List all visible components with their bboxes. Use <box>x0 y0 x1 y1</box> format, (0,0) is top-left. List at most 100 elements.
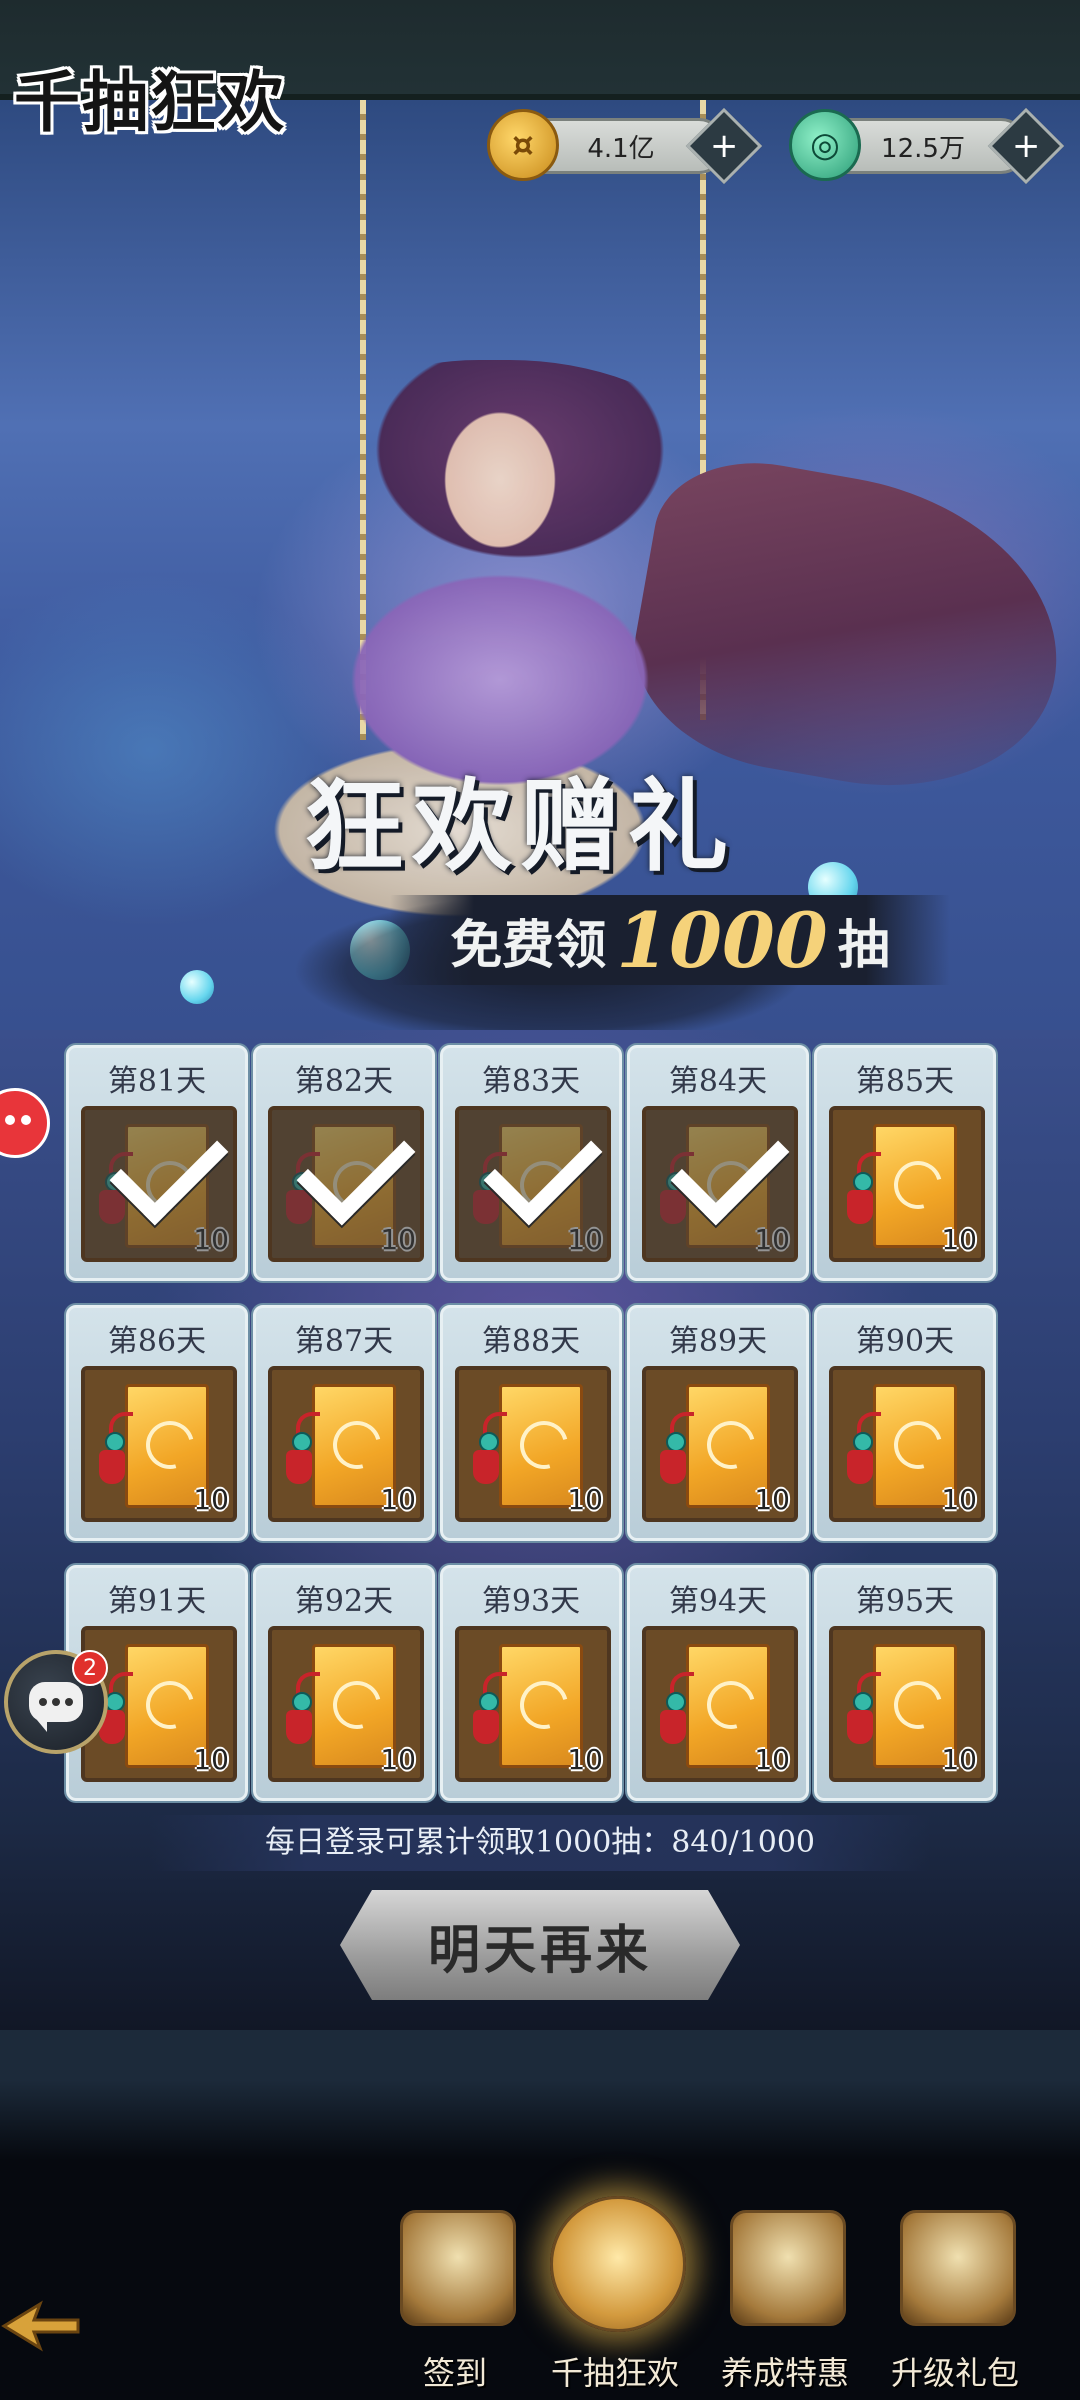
tassel-icon <box>473 1190 499 1224</box>
item-quantity: 10 <box>567 1223 603 1256</box>
subtitle-suffix: 抽 <box>837 914 890 976</box>
tassel-icon <box>847 1450 873 1484</box>
gem-icon <box>853 1692 873 1712</box>
draw-ticket-item: 10 <box>268 1366 424 1522</box>
gem-icon <box>292 1692 312 1712</box>
tassel-icon <box>847 1190 873 1224</box>
reward-card[interactable]: 第88天 10 <box>440 1305 622 1541</box>
reward-card[interactable]: 第84天 10 <box>627 1045 809 1281</box>
reward-card[interactable]: 第83天 10 <box>440 1045 622 1281</box>
draw-ticket-item: 10 <box>268 1626 424 1782</box>
subtitle-number: 1000 <box>616 895 828 985</box>
item-quantity: 10 <box>380 1223 416 1256</box>
draw-ticket-item: 10 <box>829 1366 985 1522</box>
item-quantity: 10 <box>567 1743 603 1776</box>
reward-day-label: 第92天 <box>294 1584 394 1619</box>
checkmark-icon <box>670 1110 790 1226</box>
tassel-icon <box>99 1450 125 1484</box>
nav-item-thousand-draw[interactable]: 千抽狂欢 <box>540 2196 690 2400</box>
reward-card[interactable]: 第86天 10 <box>66 1305 248 1541</box>
item-quantity: 10 <box>754 1223 790 1256</box>
reward-day-label: 第87天 <box>294 1324 394 1359</box>
coin-currency: ¤ 4.1亿 + <box>487 107 763 185</box>
gem-icon <box>853 1432 873 1452</box>
draw-ticket-item: 10 <box>642 1626 798 1782</box>
draw-ticket-item: 10 <box>81 1106 237 1262</box>
gem-icon <box>666 1432 686 1452</box>
come-back-tomorrow-button[interactable]: 明天再来 <box>340 1890 740 2000</box>
nav-label: 千抽狂欢 <box>550 2354 679 2392</box>
reward-card[interactable]: 第90天 10 <box>814 1305 996 1541</box>
checkmark-icon <box>296 1110 416 1226</box>
gem-icon <box>666 1692 686 1712</box>
item-quantity: 10 <box>754 1743 790 1776</box>
tassel-icon <box>660 1710 686 1744</box>
reward-day-label: 第88天 <box>481 1324 581 1359</box>
reward-day-label: 第91天 <box>107 1584 207 1619</box>
draw-ticket-item: 10 <box>642 1106 798 1262</box>
item-quantity: 10 <box>941 1743 977 1776</box>
gem-icon <box>105 1692 125 1712</box>
draw-ticket-item: 10 <box>81 1366 237 1522</box>
nav-label: 签到 <box>422 2354 487 2392</box>
reward-day-label: 第90天 <box>855 1324 955 1359</box>
chat-button[interactable]: 2 <box>4 1650 108 1754</box>
tassel-icon <box>473 1450 499 1484</box>
reward-day-label: 第82天 <box>294 1064 394 1099</box>
coin-icon: ¤ <box>487 109 559 181</box>
item-quantity: 10 <box>941 1223 977 1256</box>
draw-ticket-item: 10 <box>455 1366 611 1522</box>
event-title: 千抽狂欢 <box>14 63 286 141</box>
login-progress-text: 每日登录可累计领取1000抽：840/1000 <box>150 1815 930 1871</box>
reward-day-label: 第94天 <box>668 1584 768 1619</box>
chat-badge: 2 <box>72 1650 108 1686</box>
gem-icon <box>479 1692 499 1712</box>
upgrade-gift-icon <box>900 2210 1016 2326</box>
jade-currency: ◎ 12.5万 + <box>789 107 1065 185</box>
reward-card[interactable]: 第93天 10 <box>440 1565 622 1801</box>
item-quantity: 10 <box>941 1483 977 1516</box>
reward-card[interactable]: 第95天 10 <box>814 1565 996 1801</box>
draw-ticket-item: 10 <box>455 1106 611 1262</box>
growth-deal-icon <box>730 2210 846 2326</box>
free-draw-subtitle: 免费领 1000 抽 <box>390 895 950 985</box>
item-quantity: 10 <box>380 1743 416 1776</box>
tassel-icon <box>286 1190 312 1224</box>
tassel-icon <box>286 1450 312 1484</box>
sign-in-icon <box>400 2210 516 2326</box>
reward-day-label: 第85天 <box>855 1064 955 1099</box>
hero-banner <box>0 100 1080 1070</box>
reward-card[interactable]: 第92天 10 <box>253 1565 435 1801</box>
nav-item-growth-deal[interactable]: 养成特惠 <box>710 2210 860 2400</box>
reward-card[interactable]: 第81天 10 <box>66 1045 248 1281</box>
item-quantity: 10 <box>754 1483 790 1516</box>
back-arrow-icon[interactable] <box>0 2296 80 2356</box>
tassel-icon <box>99 1190 125 1224</box>
nav-item-sign-in[interactable]: 签到 <box>380 2210 530 2400</box>
item-quantity: 10 <box>193 1223 229 1256</box>
gem-icon <box>105 1432 125 1452</box>
reward-card[interactable]: 第82天 10 <box>253 1045 435 1281</box>
reward-day-label: 第89天 <box>668 1324 768 1359</box>
item-quantity: 10 <box>567 1483 603 1516</box>
reward-card[interactable]: 第89天 10 <box>627 1305 809 1541</box>
draw-ticket-item: 10 <box>268 1106 424 1262</box>
gem-icon <box>479 1432 499 1452</box>
tassel-icon <box>847 1710 873 1744</box>
reward-card[interactable]: 第87天 10 <box>253 1305 435 1541</box>
chat-icon <box>29 1682 83 1732</box>
checkmark-icon <box>109 1110 229 1226</box>
gift-title: 狂欢赠礼 <box>304 767 736 885</box>
item-quantity: 10 <box>193 1483 229 1516</box>
draw-ticket-item: 10 <box>829 1626 985 1782</box>
reward-card[interactable]: 第94天 10 <box>627 1565 809 1801</box>
gem-icon <box>292 1432 312 1452</box>
reward-day-label: 第83天 <box>481 1064 581 1099</box>
reward-day-label: 第86天 <box>107 1324 207 1359</box>
nav-item-upgrade-gift[interactable]: 升级礼包 <box>880 2210 1030 2400</box>
gem-icon <box>853 1172 873 1192</box>
reward-card[interactable]: 第85天 10 <box>814 1045 996 1281</box>
draw-ticket-item: 10 <box>455 1626 611 1782</box>
item-quantity: 10 <box>193 1743 229 1776</box>
checkmark-icon <box>483 1110 603 1226</box>
